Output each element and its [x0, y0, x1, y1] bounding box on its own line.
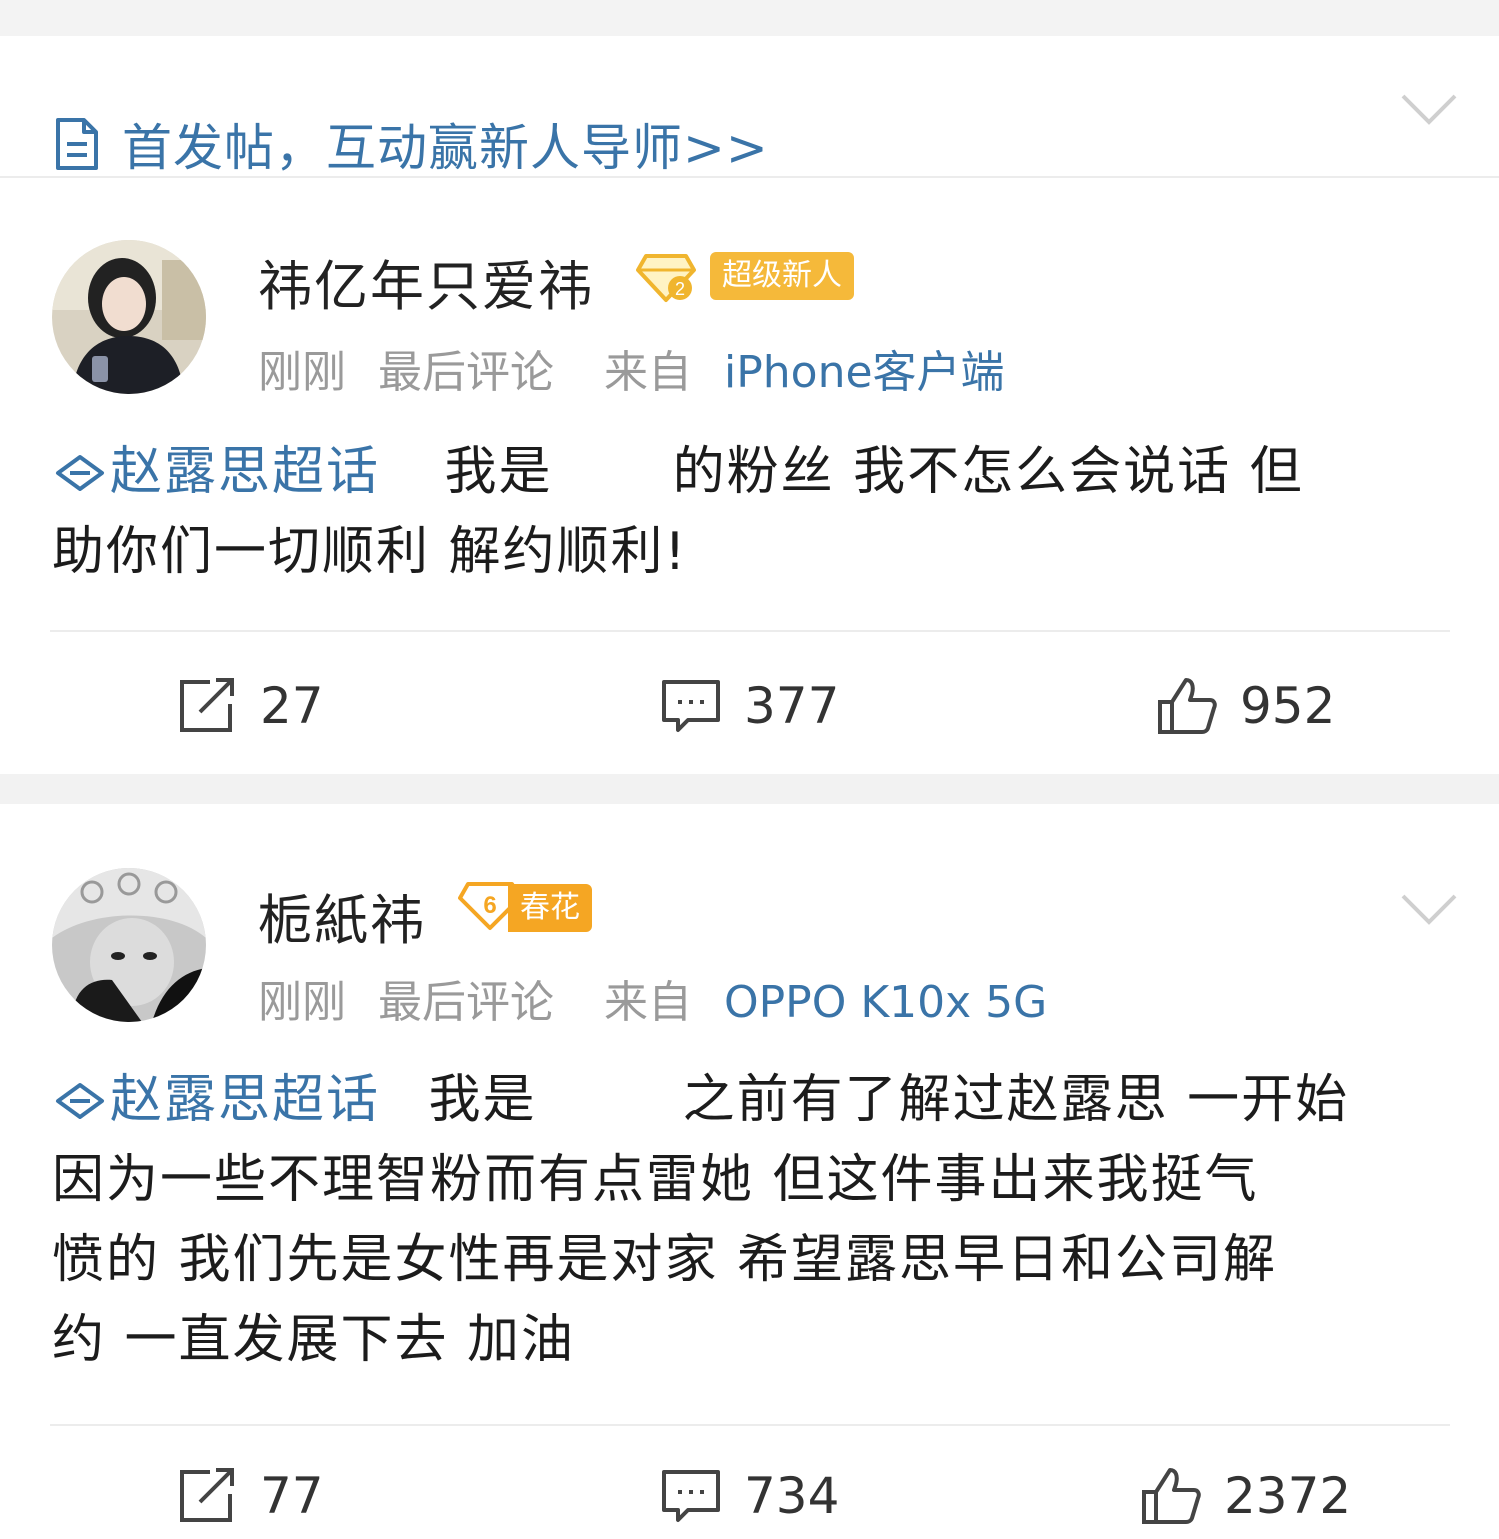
- comment-icon: [662, 680, 720, 732]
- svg-text:6: 6: [483, 892, 496, 919]
- content-text: 我是: [428, 1070, 537, 1130]
- like-count: 952: [1240, 677, 1336, 735]
- content-text: 约 一直发展下去 加油: [52, 1310, 576, 1370]
- source-client[interactable]: OPPO K10x 5G: [724, 977, 1047, 1028]
- rank-tag: 超级新人: [710, 252, 854, 300]
- content-text: 的粉丝 我不怎么会说话 但: [672, 442, 1304, 502]
- like-button[interactable]: 952: [1156, 676, 1335, 736]
- comment-count: 377: [744, 677, 840, 735]
- post-card: 祎亿年只爱祎 2 超级新人 刚刚 最后评论 来自 iPhone客户端 赵露思超话…: [0, 180, 1499, 774]
- document-icon: [56, 118, 98, 170]
- post-meta: 刚刚 最后评论 来自 OPPO K10x 5G: [258, 966, 1047, 1030]
- repost-button[interactable]: 77: [176, 1466, 324, 1526]
- repost-count: 77: [260, 1467, 324, 1525]
- topic-link[interactable]: 赵露思超话: [52, 442, 380, 502]
- avatar[interactable]: [52, 240, 206, 394]
- content-text: 我是: [444, 442, 553, 502]
- super-topic-icon: [56, 1083, 104, 1119]
- thumbs-up-icon: [1142, 1468, 1201, 1524]
- post-meta: 刚刚 最后评论 来自 iPhone客户端: [258, 336, 1005, 400]
- super-topic-icon: [56, 455, 104, 491]
- post-time: 刚刚: [258, 347, 346, 398]
- repost-count: 27: [260, 677, 324, 735]
- comment-button[interactable]: 734: [660, 1466, 839, 1526]
- post-card: 栀紙祎 6 春花 刚刚 最后评论 来自 OPPO K10x 5G 赵露思超话 我…: [0, 804, 1499, 1539]
- svg-text:2: 2: [675, 279, 685, 299]
- repost-icon: [180, 1468, 234, 1522]
- post-content: 赵露思超话 我是 的粉丝 我不怎么会说话 但 助你们一切顺利 解约顺利!: [52, 432, 1452, 592]
- like-count: 2372: [1224, 1467, 1352, 1525]
- topic-link[interactable]: 赵露思超话: [52, 1070, 380, 1130]
- post-separator: [0, 774, 1499, 804]
- source-client[interactable]: iPhone客户端: [724, 347, 1005, 398]
- source-prefix: 来自: [604, 977, 692, 1028]
- post-time: 刚刚: [258, 977, 346, 1028]
- top-gap: [0, 0, 1499, 36]
- source-prefix: 来自: [604, 347, 692, 398]
- divider: [50, 1424, 1450, 1426]
- chevron-down-icon[interactable]: [1400, 92, 1458, 126]
- repost-icon: [180, 678, 234, 732]
- comment-count: 734: [744, 1467, 840, 1525]
- content-text: 愤的 我们先是女性再是对家 希望露思早日和公司解: [52, 1230, 1278, 1290]
- username[interactable]: 栀紙祎: [258, 876, 426, 955]
- content-text: 因为一些不理智粉而有点雷她 但这件事出来我挺气: [52, 1150, 1259, 1210]
- avatar[interactable]: [52, 868, 206, 1022]
- banner-link[interactable]: 首发帖，互动赢新人导师>>: [122, 108, 769, 180]
- divider: [50, 630, 1450, 632]
- post-activity: 最后评论: [378, 977, 554, 1028]
- content-text: 助你们一切顺利 解约顺利!: [52, 522, 688, 582]
- redacted-region: [552, 432, 673, 512]
- repost-button[interactable]: 27: [176, 676, 324, 736]
- redacted-region: [536, 1060, 683, 1140]
- username[interactable]: 祎亿年只爱祎: [258, 242, 594, 321]
- like-button[interactable]: 2372: [1140, 1466, 1351, 1526]
- post-activity: 最后评论: [378, 347, 554, 398]
- comment-button[interactable]: 377: [660, 676, 839, 736]
- post-content: 赵露思超话 我是 之前有了解过赵露思 一开始 因为一些不理智粉而有点雷她 但这件…: [52, 1060, 1452, 1380]
- comment-icon: [662, 1470, 720, 1522]
- content-text: 之前有了解过赵露思 一开始: [682, 1070, 1350, 1130]
- chevron-down-icon[interactable]: [1400, 892, 1458, 926]
- new-post-banner[interactable]: 首发帖，互动赢新人导师>>: [0, 36, 1499, 178]
- diamond-level-badge-icon: 2: [636, 254, 696, 302]
- rank-tag: 春花: [508, 884, 592, 932]
- thumbs-up-icon: [1158, 678, 1217, 734]
